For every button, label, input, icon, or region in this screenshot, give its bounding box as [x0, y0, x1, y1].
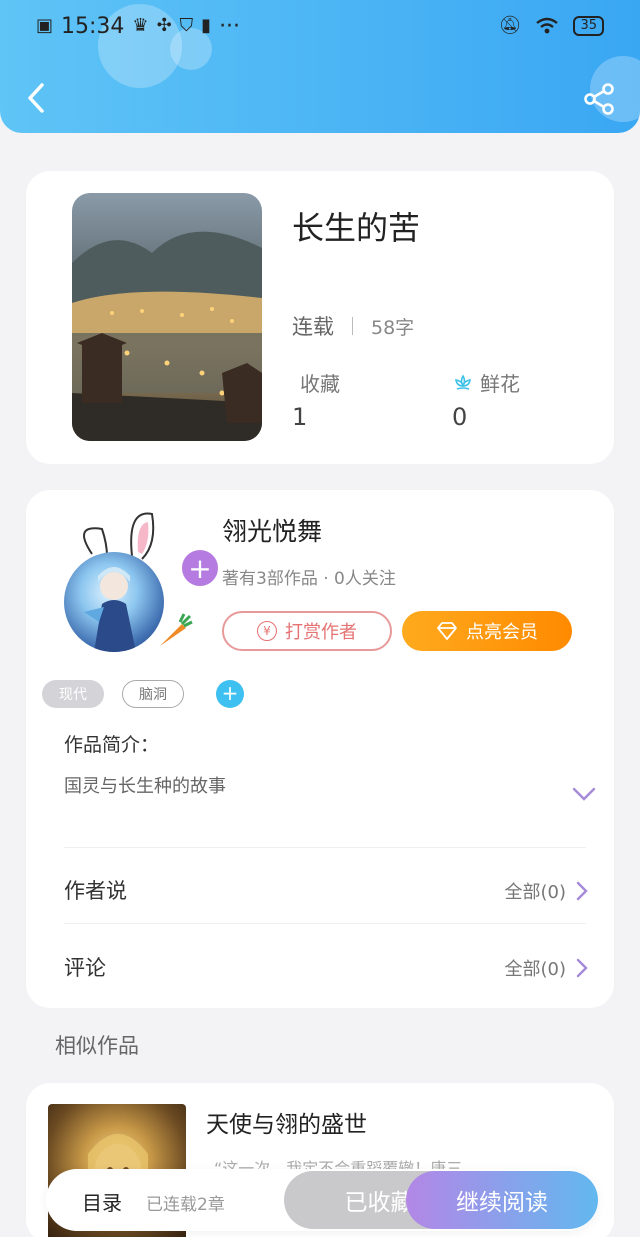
yen-icon: ¥ — [257, 621, 277, 641]
divider — [352, 317, 353, 335]
author-name[interactable]: 翎光悦舞 — [222, 512, 322, 548]
flowers-value: 0 — [452, 403, 468, 431]
comments-all-button[interactable]: 全部(0) — [505, 955, 589, 981]
chevron-down-icon — [572, 787, 596, 801]
sim-icon: ▣ — [36, 15, 54, 36]
intro-title: 作品简介： — [64, 734, 160, 756]
flowers-label: 鲜花 — [480, 372, 520, 396]
bottom-action-bar: 目录 已连载2章 已收藏 继续阅读 — [46, 1169, 598, 1231]
chevron-right-icon — [576, 958, 588, 978]
author-says-label: 作者说 — [64, 879, 127, 903]
book-cover[interactable] — [72, 193, 262, 441]
divider — [64, 847, 586, 848]
tip-label: 打赏作者 — [285, 622, 357, 643]
expand-intro-button[interactable] — [572, 786, 596, 805]
battery-indicator: 35 — [573, 16, 604, 36]
comments-label: 评论 — [64, 956, 106, 980]
share-button[interactable] — [582, 82, 618, 118]
carrot-icon — [160, 613, 193, 646]
similar-title: 天使与翎的盛世 — [206, 1112, 367, 1138]
book-status-row: 连载 58字 — [292, 311, 414, 341]
back-button[interactable] — [20, 80, 52, 116]
favorites-value: 1 — [292, 403, 308, 431]
favorites-label: 收藏 — [300, 372, 340, 396]
continue-reading-button[interactable]: 继续阅读 — [406, 1171, 598, 1229]
cover-image — [72, 193, 262, 441]
chevron-left-icon — [28, 83, 44, 113]
word-count: 58字 — [371, 316, 415, 339]
toc-button[interactable]: 目录 — [82, 1187, 122, 1216]
follow-author-button[interactable]: + — [180, 548, 220, 588]
serial-status: 连载 — [292, 315, 334, 339]
shield-icon: ⛉ — [179, 15, 194, 36]
mute-bell-icon: 🔕︎ — [498, 15, 522, 36]
intro-text: 国灵与长生种的故事 — [64, 776, 226, 797]
vip-label: 点亮会员 — [466, 622, 538, 643]
avatar-image — [84, 567, 136, 652]
flowers-stat[interactable]: 鲜花 — [452, 368, 520, 397]
similar-section-title: 相似作品 — [55, 1034, 139, 1058]
author-says-count: 全部(0) — [504, 882, 567, 903]
wifi-icon — [536, 17, 559, 34]
chevron-right-icon — [576, 881, 588, 901]
comments-count: 全部(0) — [504, 959, 567, 980]
crown-icon: ♛ — [132, 15, 149, 36]
author-avatar-wrap[interactable]: + — [62, 504, 220, 654]
book-icon: ▮ — [201, 15, 212, 36]
fan-icon: ✣ — [156, 15, 172, 36]
status-time: 15:34 — [61, 13, 125, 39]
book-title: 长生的苦 — [292, 209, 421, 247]
author-says-all-button[interactable]: 全部(0) — [505, 878, 589, 904]
toc-meta: 已连载2章 — [146, 1195, 225, 1215]
status-more: ··· — [219, 13, 241, 39]
flower-icon — [455, 373, 471, 390]
author-avatar — [64, 552, 164, 652]
tag-item[interactable]: 脑洞 — [122, 680, 184, 708]
status-bar: ▣ 15:34 ♛ ✣ ⛉ ▮ ··· 🔕︎ 35 — [0, 0, 640, 52]
author-card: + 翎光悦舞 著有3部作品 · 0人关注 ¥ 打赏作者 点亮会员 现代 脑洞 +… — [26, 490, 614, 1008]
book-info-card: 长生的苦 连载 58字 收藏 1 鲜花 0 — [26, 171, 614, 464]
author-meta: 著有3部作品 · 0人关注 — [222, 569, 396, 589]
tag-item[interactable]: 现代 — [42, 680, 104, 708]
divider — [64, 923, 586, 924]
vip-button[interactable]: 点亮会员 — [402, 611, 572, 651]
share-icon — [584, 83, 614, 115]
tip-author-button[interactable]: ¥ 打赏作者 — [222, 611, 392, 651]
diamond-icon — [437, 622, 457, 640]
top-header: ▣ 15:34 ♛ ✣ ⛉ ▮ ··· 🔕︎ 35 — [0, 0, 640, 133]
add-tag-button[interactable]: + — [216, 680, 244, 708]
